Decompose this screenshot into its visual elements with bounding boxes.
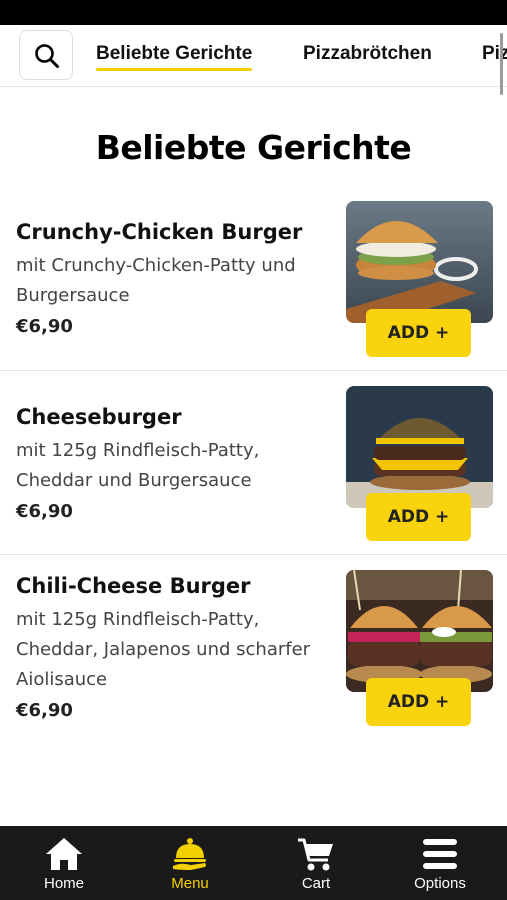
tab-beliebte-gerichte[interactable]: Beliebte Gerichte [96, 43, 253, 71]
nav-label: Menu [171, 875, 209, 892]
status-bar [0, 0, 507, 25]
add-button[interactable]: ADD + [366, 309, 471, 357]
section-title: Beliebte Gerichte [95, 128, 412, 167]
nav-home[interactable]: Home [1, 826, 127, 900]
nav-cart[interactable]: Cart [253, 826, 379, 900]
nav-label: Cart [301, 875, 331, 892]
item-divider [0, 554, 507, 555]
item-image-chili-cheese-burger[interactable] [346, 570, 493, 692]
scrollbar[interactable] [500, 33, 503, 95]
nav-menu[interactable]: Menu [127, 826, 253, 900]
item-description: mit 125g Rindfleisch-Patty, Cheddar, Jal… [16, 609, 311, 690]
nav-label: Home [43, 875, 84, 892]
tab-pizza[interactable]: Piz [482, 43, 507, 65]
home-icon [46, 838, 82, 870]
menu-cloche-icon [173, 838, 206, 870]
item-description: mit 125g Rindfleisch-Patty, Cheddar und … [16, 440, 260, 491]
item-divider [0, 370, 507, 371]
tab-pizzabroetchen[interactable]: Pizzabrötchen [303, 43, 432, 65]
category-bar: Beliebte Gerichte Pizzabrötchen Piz [0, 25, 507, 87]
item-name: Crunchy-Chicken Burger [16, 220, 303, 244]
hamburger-icon [423, 839, 457, 869]
item-price: €6,90 [16, 700, 73, 721]
add-button[interactable]: ADD + [366, 493, 471, 541]
item-description: mit Crunchy-Chicken-Patty und Burgersauc… [16, 255, 296, 306]
item-name: Chili-Cheese Burger [16, 574, 251, 598]
item-image-crunchy-chicken-burger[interactable] [346, 201, 493, 323]
bottom-nav: Home Menu Cart Options [0, 826, 507, 900]
item-name: Cheeseburger [16, 405, 182, 429]
item-price: €6,90 [16, 316, 73, 337]
nav-label: Options [414, 875, 466, 892]
nav-options[interactable]: Options [377, 826, 503, 900]
item-image-cheeseburger[interactable] [346, 386, 493, 508]
item-price: €6,90 [16, 501, 73, 522]
search-button[interactable] [19, 30, 73, 80]
cart-icon [298, 838, 333, 871]
add-button[interactable]: ADD + [366, 678, 471, 726]
search-icon [35, 44, 59, 68]
